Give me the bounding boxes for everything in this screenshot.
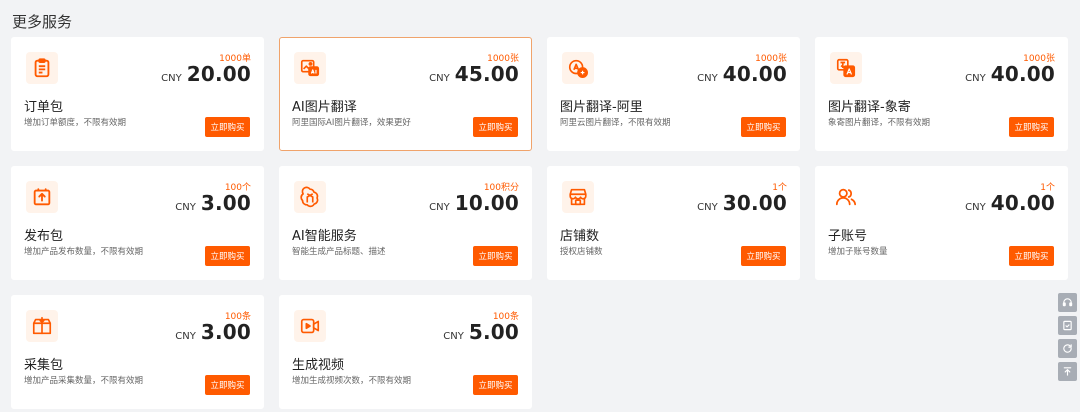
- service-desc: 增加订单额度，不限有效期: [24, 118, 127, 128]
- section-title: 更多服务: [12, 13, 73, 31]
- ai-image-translate-icon: [294, 52, 326, 84]
- price-amount: 30.00: [722, 191, 787, 215]
- translate-doc-icon: [830, 52, 862, 84]
- headset-icon[interactable]: [1058, 293, 1077, 312]
- service-name: 子账号: [828, 229, 868, 244]
- currency-label: CNY: [965, 73, 986, 84]
- service-name: 图片翻译-象寄: [828, 100, 911, 115]
- buy-now-button[interactable]: 立即购买: [205, 117, 250, 137]
- service-name: 生成视频: [292, 358, 345, 373]
- currency-label: CNY: [429, 73, 450, 84]
- currency-label: CNY: [697, 202, 718, 213]
- service-name: AI图片翻译: [292, 100, 357, 115]
- service-card-store-count[interactable]: 1个 CNY 30.00 店铺数 授权店铺数 立即购买: [547, 166, 800, 280]
- price-amount: 3.00: [200, 320, 251, 344]
- ai-knot-icon: [294, 181, 326, 213]
- service-card-generate-video[interactable]: 100条 CNY 5.00 生成视频 增加生成视频次数，不限有效期 立即购买: [279, 295, 532, 409]
- side-toolbar: [1058, 293, 1077, 381]
- service-name: 图片翻译-阿里: [560, 100, 643, 115]
- buy-now-button[interactable]: 立即购买: [205, 375, 250, 395]
- service-desc: 阿里国际AI图片翻译，效果更好: [292, 118, 411, 128]
- service-card-image-translate-ali[interactable]: 1000张 CNY 40.00 图片翻译-阿里 阿里云图片翻译，不限有效期 立即购…: [547, 37, 800, 151]
- collect-box-icon: [26, 310, 58, 342]
- price-amount: 10.00: [454, 191, 519, 215]
- buy-now-button[interactable]: 立即购买: [473, 246, 518, 266]
- price-amount: 40.00: [990, 62, 1055, 86]
- currency-label: CNY: [965, 202, 986, 213]
- users-icon: [830, 181, 862, 213]
- upload-box-icon: [26, 181, 58, 213]
- buy-now-button[interactable]: 立即购买: [741, 246, 786, 266]
- service-card-collect-pack[interactable]: 100条 CNY 3.00 采集包 增加产品采集数量，不限有效期 立即购买: [11, 295, 264, 409]
- price: CNY 10.00: [429, 191, 519, 215]
- currency-label: CNY: [443, 331, 464, 342]
- service-card-image-translate-xiangji[interactable]: 1000张 CNY 40.00 图片翻译-象寄 象寄图片翻译，不限有效期 立即购买: [815, 37, 1068, 151]
- buy-now-button[interactable]: 立即购买: [205, 246, 250, 266]
- price: CNY 3.00: [175, 191, 251, 215]
- service-name: 发布包: [24, 229, 64, 244]
- buy-now-button[interactable]: 立即购买: [741, 117, 786, 137]
- service-card-order-pack[interactable]: 1000单 CNY 20.00 订单包 增加订单额度，不限有效期 立即购买: [11, 37, 264, 151]
- back-to-top-icon[interactable]: [1058, 362, 1077, 381]
- service-desc: 增加产品采集数量，不限有效期: [24, 376, 144, 386]
- buy-now-button[interactable]: 立即购买: [473, 375, 518, 395]
- buy-now-button[interactable]: 立即购买: [1009, 246, 1054, 266]
- service-desc: 增加生成视频次数，不限有效期: [292, 376, 412, 386]
- price-amount: 40.00: [722, 62, 787, 86]
- service-name: AI智能服务: [292, 229, 357, 244]
- service-desc: 象寄图片翻译，不限有效期: [828, 118, 931, 128]
- service-name: 店铺数: [560, 229, 600, 244]
- service-desc: 智能生成产品标题、描述: [292, 247, 386, 257]
- store-icon: [562, 181, 594, 213]
- price-amount: 3.00: [200, 191, 251, 215]
- currency-label: CNY: [429, 202, 450, 213]
- price-amount: 5.00: [468, 320, 519, 344]
- service-card-publish-pack[interactable]: 100个 CNY 3.00 发布包 增加产品发布数量，不限有效期 立即购买: [11, 166, 264, 280]
- currency-label: CNY: [175, 202, 196, 213]
- clipboard-check-icon[interactable]: [1058, 316, 1077, 335]
- currency-label: CNY: [175, 331, 196, 342]
- service-desc: 增加子账号数量: [828, 247, 888, 257]
- price: CNY 40.00: [965, 62, 1055, 86]
- service-grid: 1000单 CNY 20.00 订单包 增加订单额度，不限有效期 立即购买 100…: [11, 37, 1068, 409]
- service-name: 订单包: [24, 100, 64, 115]
- service-card-ai-service[interactable]: 100积分 CNY 10.00 AI智能服务 智能生成产品标题、描述 立即购买: [279, 166, 532, 280]
- price-amount: 45.00: [454, 62, 519, 86]
- clipboard-icon: [26, 52, 58, 84]
- price: CNY 30.00: [697, 191, 787, 215]
- price: CNY 45.00: [429, 62, 519, 86]
- service-card-sub-account[interactable]: 1个 CNY 40.00 子账号 增加子账号数量 立即购买: [815, 166, 1068, 280]
- price-amount: 40.00: [990, 191, 1055, 215]
- price: CNY 20.00: [161, 62, 251, 86]
- translate-icon: [562, 52, 594, 84]
- service-desc: 阿里云图片翻译，不限有效期: [560, 118, 671, 128]
- video-icon: [294, 310, 326, 342]
- service-desc: 增加产品发布数量，不限有效期: [24, 247, 144, 257]
- service-desc: 授权店铺数: [560, 247, 603, 257]
- price: CNY 3.00: [175, 320, 251, 344]
- buy-now-button[interactable]: 立即购买: [473, 117, 518, 137]
- currency-label: CNY: [697, 73, 718, 84]
- price-amount: 20.00: [186, 62, 251, 86]
- service-name: 采集包: [24, 358, 64, 373]
- price: CNY 5.00: [443, 320, 519, 344]
- buy-now-button[interactable]: 立即购买: [1009, 117, 1054, 137]
- refresh-icon[interactable]: [1058, 339, 1077, 358]
- service-card-ai-image-translate[interactable]: 1000张 CNY 45.00 AI图片翻译 阿里国际AI图片翻译，效果更好 立即…: [279, 37, 532, 151]
- price: CNY 40.00: [697, 62, 787, 86]
- price: CNY 40.00: [965, 191, 1055, 215]
- currency-label: CNY: [161, 73, 182, 84]
